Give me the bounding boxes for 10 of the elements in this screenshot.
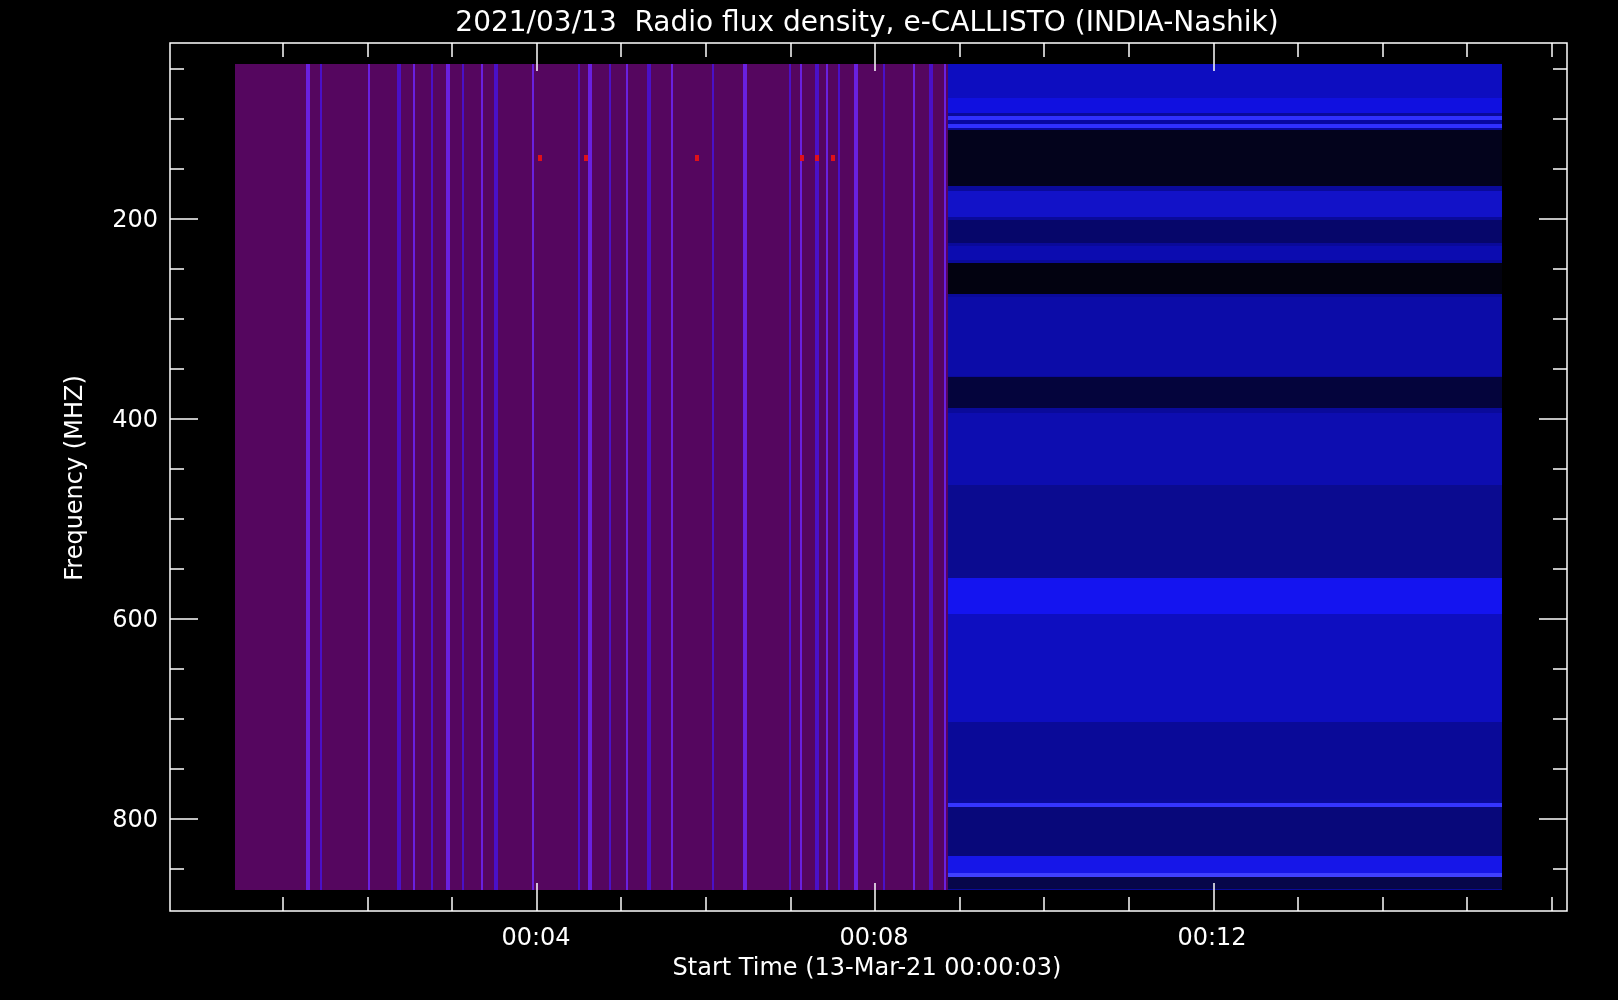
- x-tick-label: 00:04: [501, 923, 571, 951]
- x-tick-label: 00:08: [839, 923, 909, 951]
- y-tick-label: 800: [112, 805, 158, 833]
- y-tick-label: 400: [112, 405, 158, 433]
- y-axis-label: Frequency (MHZ): [60, 375, 88, 581]
- x-axis-label: Start Time (13-Mar-21 00:00:03): [672, 953, 1062, 981]
- y-tick-label: 600: [112, 605, 158, 633]
- x-tick-label: 00:12: [1177, 923, 1247, 951]
- y-tick-label: 200: [112, 205, 158, 233]
- plot-title: 2021/03/13 Radio flux density, e-CALLISTO (INDIA-Nashik): [455, 5, 1279, 38]
